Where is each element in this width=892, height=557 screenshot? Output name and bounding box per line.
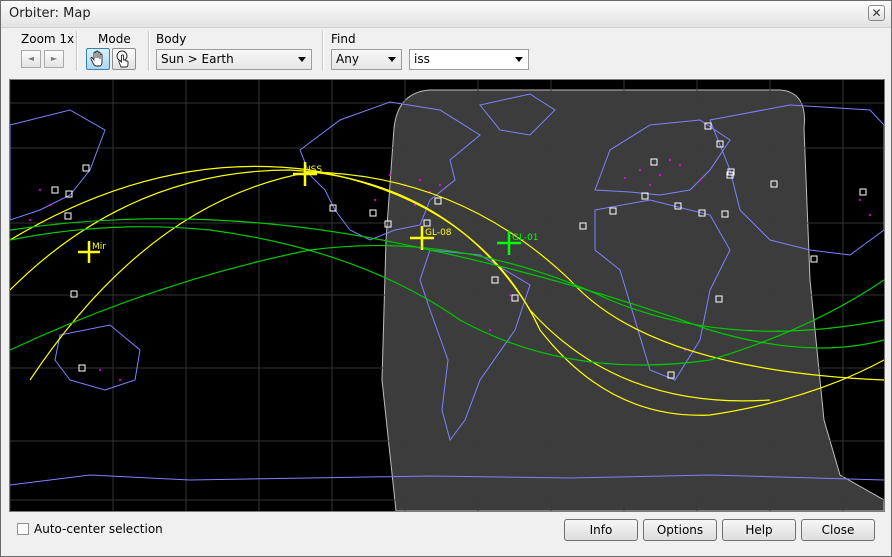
terminator-night-area (381, 89, 884, 511)
body-group: Body Sun > Earth (153, 29, 323, 73)
window-title: Orbiter: Map (9, 6, 91, 21)
autocenter-checkbox[interactable] (17, 523, 29, 535)
vessel-label-gl01: GL-01 (512, 233, 539, 243)
map-canvas[interactable]: ISS Mir GL-08 GL-01 (9, 79, 885, 512)
east-asia-coast (10, 109, 106, 221)
close-button[interactable]: Close (801, 519, 875, 541)
mode-label: Mode (98, 32, 131, 46)
toolbar-divider (148, 31, 150, 71)
find-filter-value: Any (336, 52, 359, 66)
chevron-down-icon (388, 57, 396, 62)
find-label: Find (331, 32, 356, 46)
vessel-label-mir: Mir (92, 242, 106, 252)
find-text-combo[interactable]: iss (409, 49, 529, 70)
map-window: Orbiter: Map ✕ Zoom 1x ◄ ► Mode Body Sun… (0, 0, 892, 557)
options-button[interactable]: Options (643, 519, 717, 541)
zoom-group: Zoom 1x ◄ ► (9, 29, 75, 73)
chevron-down-icon (515, 57, 523, 62)
mode-group: Mode (81, 29, 145, 73)
find-group: Find Any iss (327, 29, 547, 73)
australia-coast (54, 324, 141, 391)
zoom-out-button[interactable]: ◄ (21, 50, 41, 68)
footer-bar: Auto-center selection Info Options Help … (1, 515, 891, 555)
vessel-label-iss: ISS (308, 165, 322, 175)
info-button[interactable]: Info (564, 519, 638, 541)
zoom-in-button[interactable]: ► (44, 50, 64, 68)
toolbar-divider (76, 31, 78, 71)
help-button[interactable]: Help (722, 519, 796, 541)
select-mode-button[interactable] (112, 48, 136, 70)
pointing-hand-icon (116, 50, 129, 68)
map-svg: ISS Mir GL-08 GL-01 (10, 80, 884, 511)
autocenter-label: Auto-center selection (34, 522, 163, 536)
zoom-label: Zoom 1x (21, 32, 75, 46)
vessel-label-gl08: GL-08 (425, 228, 452, 238)
body-label: Body (156, 32, 187, 46)
arrow-right-icon: ► (50, 54, 58, 63)
body-select-value: Sun > Earth (161, 52, 234, 66)
chevron-down-icon (298, 57, 306, 62)
find-text-value: iss (414, 52, 430, 66)
toolbar: Zoom 1x ◄ ► Mode Body Sun > Earth Find A… (9, 29, 885, 75)
toolbar-divider (322, 31, 324, 71)
title-bar: Orbiter: Map ✕ (1, 1, 891, 28)
window-close-button[interactable]: ✕ (868, 5, 885, 21)
find-filter-select[interactable]: Any (331, 49, 402, 70)
pan-mode-button[interactable] (86, 48, 110, 70)
body-select[interactable]: Sun > Earth (156, 49, 312, 70)
hand-icon (90, 50, 103, 67)
arrow-left-icon: ◄ (27, 54, 35, 63)
